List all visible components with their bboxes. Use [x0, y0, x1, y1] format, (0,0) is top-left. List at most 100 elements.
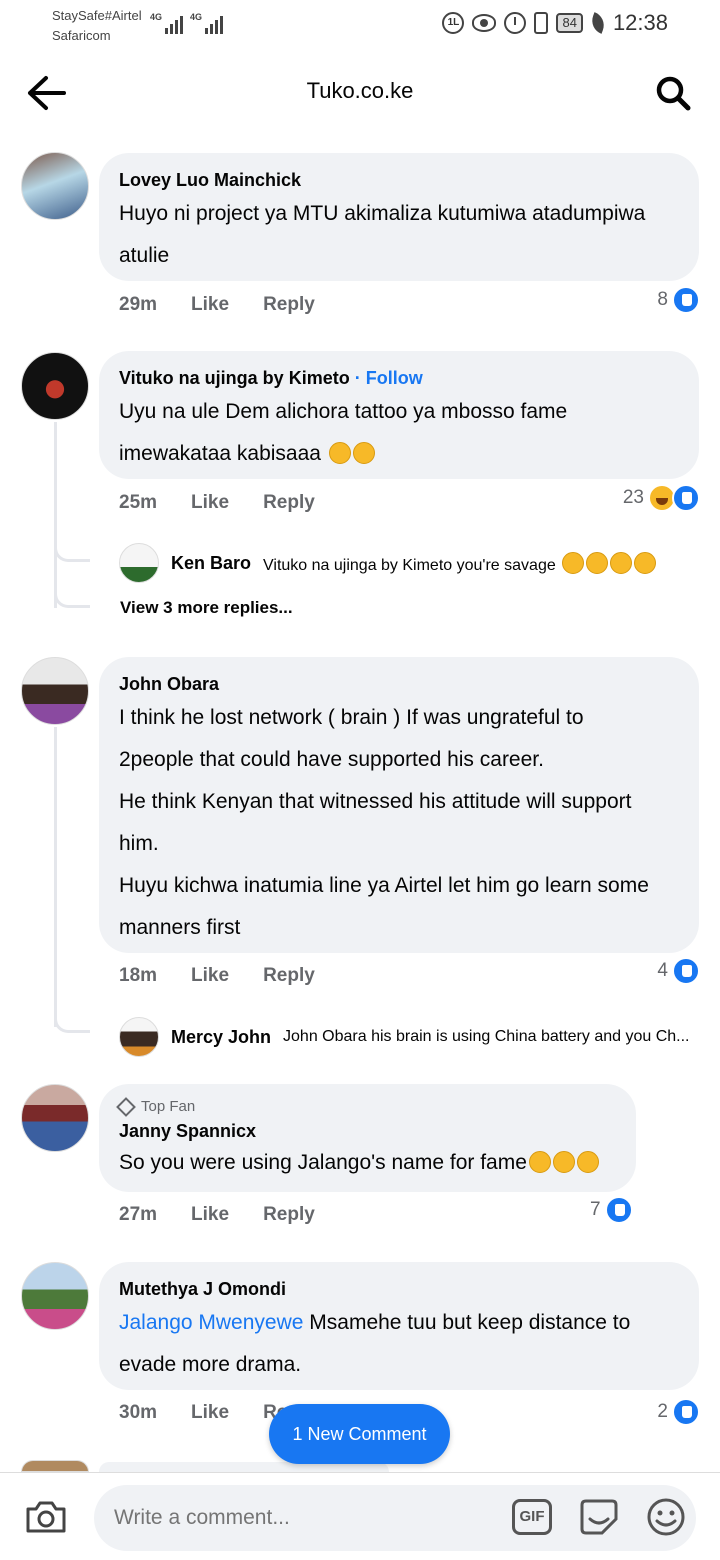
comment-author[interactable]: Mutethya J Omondi	[119, 1276, 679, 1302]
avatar[interactable]	[21, 352, 89, 420]
reply-preview[interactable]: Mercy John John Obara his brain is using…	[119, 1017, 689, 1057]
reply-author[interactable]: Mercy John	[171, 1027, 271, 1048]
reply-button[interactable]: Reply	[263, 492, 315, 514]
comment-line: evade more drama.	[119, 1353, 302, 1376]
mention-link[interactable]: Jalango Mwenyewe	[119, 1311, 303, 1334]
status-icons: 1L 84 12:38	[442, 10, 668, 36]
eye-comfort-icon	[472, 14, 497, 32]
comment-line: Huyu kichwa inatumia line ya Airtel let …	[119, 874, 649, 897]
gif-icon[interactable]: GIF	[512, 1499, 552, 1535]
comment-text: Huyo ni project ya MTU akimaliza kutumiw…	[119, 193, 679, 277]
power-saving-icon	[588, 12, 608, 34]
reply-button[interactable]: Reply	[263, 1204, 315, 1226]
reaction-summary[interactable]: 7	[590, 1196, 633, 1224]
comment-bubble: Top Fan Janny Spannicx So you were using…	[99, 1084, 636, 1192]
avatar[interactable]	[21, 1084, 89, 1152]
new-comment-button[interactable]: 1 New Comment	[269, 1404, 450, 1464]
comment-actions: 18m Like Reply	[119, 965, 315, 987]
comment-line: He think Kenyan that witnessed his attit…	[119, 790, 632, 813]
reply-button[interactable]: Reply	[263, 294, 315, 316]
reaction-summary[interactable]: 4	[657, 957, 700, 985]
rofl-emoji-icon	[328, 442, 351, 464]
battery-icon: 84	[556, 13, 583, 33]
like-reaction-icon	[672, 286, 700, 314]
reply-text: John Obara his brain is using China batt…	[283, 1028, 690, 1045]
avatar[interactable]	[119, 543, 159, 583]
reaction-count: 2	[657, 1401, 668, 1422]
carrier-name-2: Safaricom	[52, 28, 111, 43]
comment-line: imewakataa kabisaaa	[119, 433, 679, 475]
comment-time: 29m	[119, 294, 158, 315]
reply-button[interactable]: Reply	[263, 965, 315, 987]
avatar	[21, 1460, 89, 1472]
follow-button[interactable]: · Follow	[355, 368, 423, 388]
comment-author: Vituko na ujinga by Kimeto · Follow	[119, 365, 679, 391]
network-type-1: 4G	[150, 12, 163, 22]
alarm-icon	[504, 12, 527, 34]
comment-actions: 30m Like Re	[119, 1402, 287, 1424]
camera-icon[interactable]	[24, 1499, 68, 1535]
page-title: Tuko.co.ke	[306, 78, 414, 103]
avatar[interactable]	[119, 1017, 159, 1057]
thread-line	[54, 422, 57, 608]
smirk-emoji-icon	[576, 1151, 599, 1173]
comment-author-name[interactable]: Vituko na ujinga by Kimeto	[119, 368, 350, 388]
comment-line: Huyo ni project ya MTU akimaliza kutumiw…	[119, 202, 646, 225]
comment-author[interactable]: John Obara	[119, 671, 679, 697]
comment-input[interactable]	[114, 1501, 494, 1535]
data-saver-icon: 1L	[442, 12, 465, 34]
rofl-emoji-icon	[610, 551, 633, 574]
like-button[interactable]: Like	[191, 1402, 229, 1424]
smirk-emoji-icon	[528, 1151, 551, 1173]
reaction-summary[interactable]: 2	[657, 1398, 700, 1426]
like-button[interactable]: Like	[191, 294, 229, 316]
comment-line: I think he lost network ( brain ) If was…	[119, 706, 584, 729]
reply-preview[interactable]: Ken Baro Vituko na ujinga by Kimeto you'…	[119, 543, 657, 583]
comment-actions: 27m Like Reply	[119, 1204, 315, 1226]
reaction-summary[interactable]: 8	[657, 286, 700, 314]
comment-actions: 25m Like Reply	[119, 492, 315, 514]
rofl-emoji-icon	[634, 551, 657, 574]
avatar[interactable]	[21, 657, 89, 725]
smirk-emoji-icon	[552, 1151, 575, 1173]
avatar[interactable]	[21, 1262, 89, 1330]
carrier-name-1: StaySafe#Airtel	[52, 8, 142, 23]
comment-line: atulie	[119, 244, 170, 267]
view-more-replies[interactable]: View 3 more replies...	[120, 598, 293, 618]
comment-line: manners first	[119, 916, 241, 939]
comment-bubble: Lovey Luo Mainchick Huyo ni project ya M…	[99, 153, 699, 281]
reaction-count: 8	[657, 289, 668, 310]
reaction-summary[interactable]: 23	[623, 484, 700, 512]
like-button[interactable]: Like	[191, 965, 229, 987]
reply-author[interactable]: Ken Baro	[171, 553, 251, 574]
comment-time: 27m	[119, 1204, 158, 1225]
comment-author[interactable]: Janny Spannicx	[119, 1118, 616, 1144]
signal-icon: 4G	[150, 12, 184, 34]
status-bar: StaySafe#Airtel Safaricom 4G 4G 1L 84 12…	[0, 0, 720, 50]
thread-connector	[54, 1013, 90, 1033]
carrier-info: StaySafe#Airtel Safaricom	[52, 6, 142, 46]
like-button[interactable]: Like	[191, 1204, 229, 1226]
clock: 12:38	[612, 10, 668, 35]
comment-line: Uyu na ule Dem alichora tattoo ya mbosso…	[119, 400, 568, 423]
comment-time: 25m	[119, 492, 158, 513]
comment-input-field[interactable]: GIF	[94, 1485, 696, 1551]
signal-icon-2: 4G	[190, 12, 224, 34]
comment-text: Jalango Mwenyewe Msamehe tuu but keep di…	[119, 1302, 679, 1386]
badge-label: Top Fan	[141, 1098, 196, 1115]
comment-bubble: Vituko na ujinga by Kimeto · Follow Uyu …	[99, 351, 699, 479]
emoji-icon[interactable]	[646, 1497, 686, 1537]
rofl-emoji-icon	[562, 551, 585, 574]
thread-line	[54, 727, 57, 1027]
rofl-emoji-icon	[352, 442, 375, 464]
avatar[interactable]	[21, 152, 89, 220]
comment-bubble: John Obara I think he lost network ( bra…	[99, 657, 699, 953]
search-icon[interactable]	[654, 74, 692, 112]
like-button[interactable]: Like	[191, 492, 229, 514]
like-reaction-icon	[672, 957, 700, 985]
thread-connector	[54, 590, 90, 608]
comment-time: 18m	[119, 965, 158, 986]
comment-author[interactable]: Lovey Luo Mainchick	[119, 167, 679, 193]
sticker-icon[interactable]	[578, 1497, 620, 1537]
thread-connector	[54, 546, 90, 562]
